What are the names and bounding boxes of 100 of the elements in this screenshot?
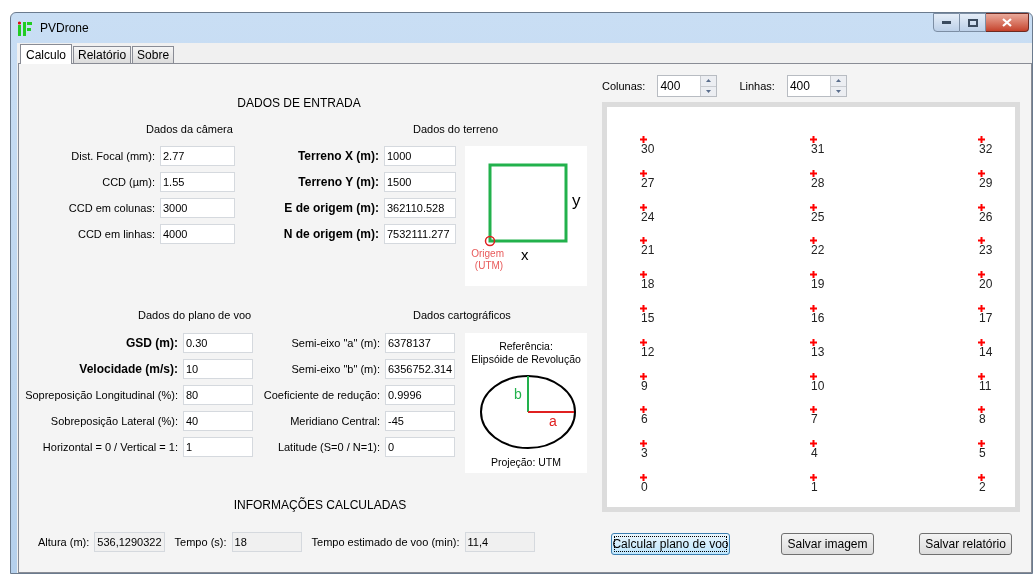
action-button[interactable]: Calcular plano de voo xyxy=(611,533,730,555)
text-field[interactable]: 0.30 xyxy=(183,333,253,353)
field-label: CCD em linhas: xyxy=(76,226,155,242)
spin-down-button[interactable] xyxy=(701,86,717,96)
text-field[interactable]: 6356752.314 xyxy=(385,359,455,379)
plus-marker-icon xyxy=(978,136,985,143)
plus-marker-icon xyxy=(978,473,985,481)
point-label: 20 xyxy=(979,278,993,291)
text-field[interactable]: 4000 xyxy=(160,224,235,244)
plus-marker-icon xyxy=(810,237,817,245)
field-label: CCD (µm): xyxy=(101,174,155,190)
close-icon xyxy=(1002,18,1012,27)
plus-marker-icon xyxy=(640,136,647,143)
down-arrow-icon xyxy=(706,89,712,93)
text-field[interactable]: 0.9996 xyxy=(385,385,455,405)
text-field[interactable]: 3000 xyxy=(160,198,235,218)
origin-marker xyxy=(484,235,496,247)
text-field[interactable]: 2.77 xyxy=(160,146,235,166)
up-arrow-icon xyxy=(835,79,841,83)
number-spinner[interactable]: 400 xyxy=(786,75,847,97)
minimize-button[interactable] xyxy=(933,13,960,32)
field-label: Altura (m): xyxy=(38,534,90,550)
action-button[interactable]: Salvar imagem xyxy=(781,533,874,555)
plus-marker-icon xyxy=(640,372,647,380)
close-button[interactable] xyxy=(986,13,1029,32)
plus-marker-icon xyxy=(810,440,817,448)
text-field[interactable]: 1000 xyxy=(384,146,456,166)
plus-marker-icon xyxy=(640,305,647,312)
axis-label: b xyxy=(514,386,522,402)
field-label: Terreno X (m): xyxy=(296,148,379,165)
text-field[interactable]: -45 xyxy=(385,411,455,431)
plus-marker-icon xyxy=(810,136,817,143)
field-label: Latitude (S=0 / N=1): xyxy=(276,439,380,455)
point-label: 15 xyxy=(641,312,655,324)
point-label: 26 xyxy=(979,210,993,223)
text-field[interactable]: 80 xyxy=(183,385,253,405)
text-field[interactable]: 362110.528 xyxy=(384,198,456,218)
field-label: N de origem (m): xyxy=(282,226,379,243)
tab[interactable]: Calculo xyxy=(20,44,73,64)
point-label: 2 xyxy=(979,480,986,493)
text-field[interactable]: 1.55 xyxy=(160,172,235,192)
point-label: 12 xyxy=(641,345,655,358)
field-label: E de origem (m): xyxy=(283,200,379,217)
point-label: 11 xyxy=(979,379,992,392)
spin-up-button[interactable] xyxy=(830,76,846,87)
point-label: 19 xyxy=(811,278,825,291)
field-label: Colunas: xyxy=(602,78,646,94)
text-field[interactable]: 6378137 xyxy=(385,333,455,353)
number-spinner[interactable]: 400 xyxy=(657,75,718,97)
text-field[interactable]: 1 xyxy=(183,437,253,457)
maximize-button[interactable] xyxy=(960,13,986,32)
text-field[interactable]: 10 xyxy=(183,359,253,379)
point-label: 0 xyxy=(641,480,648,493)
plus-marker-icon xyxy=(978,271,985,279)
plus-marker-icon xyxy=(640,406,647,414)
minimize-icon xyxy=(942,21,951,24)
plus-marker-icon xyxy=(640,237,647,245)
diagram-caption: Referência: xyxy=(499,340,553,352)
spin-down-button[interactable] xyxy=(830,86,846,96)
plus-marker-icon xyxy=(810,372,817,380)
text-field[interactable]: 0 xyxy=(385,437,455,457)
point-label: 10 xyxy=(811,379,825,392)
text-field[interactable]: 7532111.277 xyxy=(384,224,456,244)
point-label: 6 xyxy=(641,413,648,426)
plus-marker-icon xyxy=(978,372,985,380)
readonly-field: 536,1290322 xyxy=(94,532,165,552)
plus-marker-icon xyxy=(640,169,647,177)
plus-marker-icon xyxy=(640,440,647,448)
field-label: GSD (m): xyxy=(125,335,178,352)
maximize-icon xyxy=(967,18,978,27)
app-logo-icon xyxy=(18,20,32,36)
group-title: Dados da câmera xyxy=(146,122,233,136)
point-label: 21 xyxy=(641,244,655,257)
readonly-field: 11,4 xyxy=(464,532,535,552)
plus-marker-icon xyxy=(640,271,647,279)
text-field[interactable]: 40 xyxy=(183,411,253,431)
plus-marker-icon xyxy=(810,338,817,346)
point-label: 3 xyxy=(641,447,648,460)
tab[interactable]: Relatório xyxy=(73,46,132,63)
field-label: Dist. Focal (mm): xyxy=(70,148,155,164)
window-title: PVDrone xyxy=(40,20,89,37)
text-field[interactable]: 1500 xyxy=(384,172,456,192)
point-label: 9 xyxy=(641,379,648,392)
point-label: 29 xyxy=(979,176,993,189)
plus-marker-icon xyxy=(810,169,817,177)
field-label: Sopreposição Longitudinal (%): xyxy=(24,387,178,403)
point-label: 24 xyxy=(641,210,655,223)
up-arrow-icon xyxy=(706,79,712,83)
axis-label: y xyxy=(572,191,581,210)
field-label: Coeficiente de redução: xyxy=(262,387,380,403)
plus-marker-icon xyxy=(978,338,985,346)
spin-up-button[interactable] xyxy=(701,76,717,87)
plus-marker-icon xyxy=(810,473,817,481)
point-label: 1 xyxy=(811,480,818,493)
tab[interactable]: Sobre xyxy=(132,46,175,63)
point-label: 18 xyxy=(641,278,655,291)
point-label: 4 xyxy=(811,447,818,460)
point-label: 30 xyxy=(641,143,655,155)
plus-marker-icon xyxy=(978,169,985,177)
action-button[interactable]: Salvar relatório xyxy=(919,533,1012,555)
